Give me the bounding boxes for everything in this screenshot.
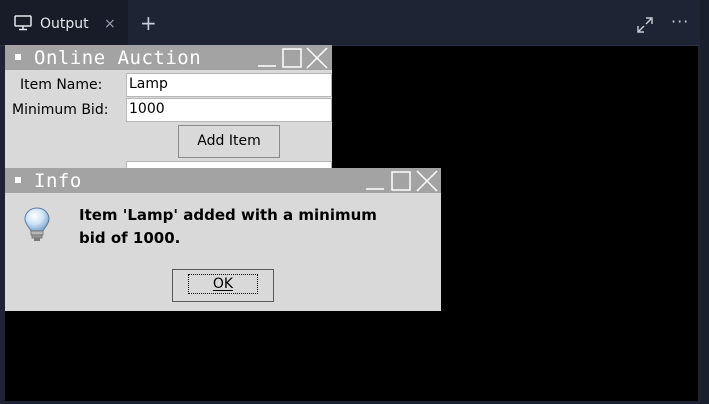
- info-message-line-1: Item 'Lamp' added with a minimum: [79, 206, 377, 224]
- add-tab-button[interactable]: +: [140, 11, 157, 35]
- minimize-icon[interactable]: [364, 170, 386, 192]
- add-item-button[interactable]: Add Item: [178, 125, 280, 158]
- ok-button-label: OK: [187, 274, 259, 294]
- min-bid-label: Minimum Bid:: [12, 102, 109, 118]
- info-dialog: Info Item 'Lamp' added with a minimum bi…: [5, 168, 441, 311]
- tab-output-label: Output: [40, 16, 89, 32]
- more-options-icon[interactable]: ···: [671, 12, 689, 32]
- close-window-icon[interactable]: [416, 170, 438, 192]
- window-menu-icon[interactable]: [15, 54, 21, 60]
- minimize-icon[interactable]: [256, 47, 278, 69]
- ok-button[interactable]: OK: [172, 269, 274, 302]
- tab-bar: Output × + ···: [0, 0, 700, 46]
- auction-window: Online Auction Item Name: Lamp Minimum B…: [5, 45, 332, 171]
- item-name-input[interactable]: Lamp: [126, 73, 332, 97]
- close-icon[interactable]: ×: [104, 15, 116, 33]
- monitor-icon: [14, 15, 32, 31]
- info-message-line-2: bid of 1000.: [79, 229, 181, 247]
- maximize-icon[interactable]: [390, 170, 412, 192]
- output-panel: Output × + ··· Online Auction Item Name:…: [0, 0, 700, 404]
- auction-titlebar[interactable]: Online Auction: [5, 45, 332, 70]
- auction-title: Online Auction: [34, 47, 202, 69]
- min-bid-input[interactable]: 1000: [126, 98, 332, 122]
- tab-output[interactable]: Output ×: [0, 0, 128, 45]
- scrollbar-track[interactable]: [700, 0, 709, 404]
- info-titlebar[interactable]: Info: [5, 168, 441, 193]
- window-menu-icon[interactable]: [15, 177, 21, 183]
- item-name-label: Item Name:: [20, 77, 103, 93]
- close-window-icon[interactable]: [306, 47, 328, 69]
- info-title: Info: [34, 170, 82, 192]
- expand-icon[interactable]: [637, 17, 653, 33]
- lightbulb-icon: [24, 207, 50, 241]
- maximize-icon[interactable]: [281, 47, 303, 69]
